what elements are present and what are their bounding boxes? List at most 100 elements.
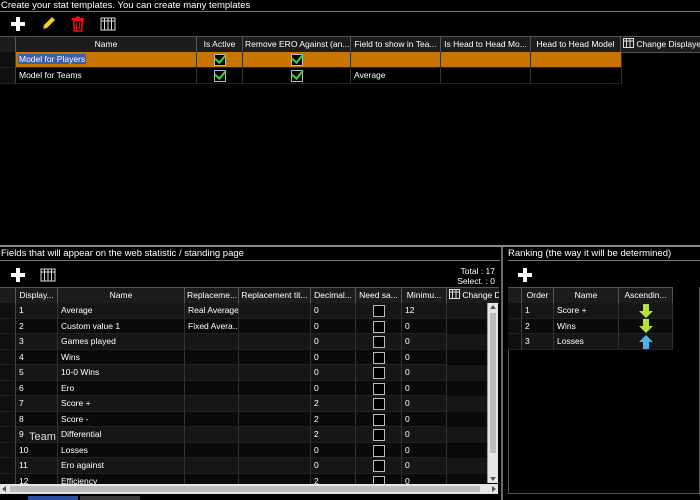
replacement-title-cell[interactable] xyxy=(239,303,311,319)
row-selector[interactable] xyxy=(508,334,522,350)
is-active-checkbox[interactable] xyxy=(213,54,226,67)
table-row[interactable]: 6 Ero 0 0 xyxy=(0,380,487,396)
minimum-cell[interactable]: 0 xyxy=(402,442,447,458)
scroll-up-arrow-icon[interactable] xyxy=(490,305,496,309)
minimum-cell[interactable]: 0 xyxy=(402,380,447,396)
field-columns-button[interactable] xyxy=(39,266,57,284)
need-sa-cell[interactable] xyxy=(356,396,402,412)
ascending-cell[interactable] xyxy=(619,303,673,319)
ranking-name-cell[interactable]: Score + xyxy=(554,303,619,319)
decimal-cell[interactable]: 2 xyxy=(311,396,356,412)
delete-template-button[interactable] xyxy=(69,15,87,33)
replacement-title-cell[interactable] xyxy=(239,442,311,458)
is-active-cell[interactable] xyxy=(197,52,243,68)
scroll-left-arrow-icon[interactable] xyxy=(2,486,6,492)
replacement-cell[interactable] xyxy=(185,427,239,443)
row-selector[interactable] xyxy=(0,458,16,474)
is-head-to-head-cell[interactable] xyxy=(441,68,531,84)
add-template-button[interactable] xyxy=(9,15,27,33)
table-row[interactable]: 8 Score - 2 0 xyxy=(0,411,487,427)
is-active-checkbox[interactable] xyxy=(213,70,226,83)
column-header-head-to-head-model[interactable]: Head to Head Model xyxy=(531,37,621,52)
ranking-name-cell[interactable]: Losses xyxy=(554,334,619,350)
replacement-title-cell[interactable] xyxy=(239,334,311,350)
remove-ero-checkbox[interactable] xyxy=(290,54,303,67)
template-columns-button[interactable] xyxy=(99,15,117,33)
display-order-cell[interactable]: 6 xyxy=(16,380,58,396)
need-sa-checkbox[interactable] xyxy=(372,382,385,395)
need-sa-cell[interactable] xyxy=(356,318,402,334)
fields-horizontal-scrollbar[interactable] xyxy=(0,484,498,494)
arrow-down-icon[interactable] xyxy=(638,319,653,334)
decimal-cell[interactable]: 0 xyxy=(311,458,356,474)
need-sa-cell[interactable] xyxy=(356,334,402,350)
table-row[interactable]: 2 Wins xyxy=(508,318,673,334)
replacement-cell[interactable]: Real Average xyxy=(185,303,239,319)
minimum-cell[interactable]: 12 xyxy=(402,303,447,319)
row-selector[interactable] xyxy=(0,442,16,458)
template-name-cell[interactable]: Model for Teams xyxy=(16,68,197,84)
ranking-order-cell[interactable]: 1 xyxy=(522,303,554,319)
remove-ero-cell[interactable] xyxy=(243,52,351,68)
replacement-title-cell[interactable] xyxy=(239,427,311,443)
replacement-cell[interactable] xyxy=(185,349,239,365)
ascending-cell[interactable] xyxy=(619,318,673,334)
replacement-cell[interactable] xyxy=(185,411,239,427)
need-sa-checkbox[interactable] xyxy=(372,460,385,473)
column-header-name[interactable]: Name xyxy=(16,37,197,52)
template-row[interactable]: Model for Teams Average xyxy=(0,68,622,84)
field-name-cell[interactable]: Wins xyxy=(58,349,185,365)
row-selector[interactable] xyxy=(0,303,16,319)
need-sa-checkbox[interactable] xyxy=(372,444,385,457)
ranking-order-cell[interactable]: 3 xyxy=(522,334,554,350)
field-to-show-cell[interactable] xyxy=(351,52,441,68)
scroll-right-arrow-icon[interactable] xyxy=(492,486,496,492)
minimum-cell[interactable]: 0 xyxy=(402,396,447,412)
column-header-decimal[interactable]: Decimal... xyxy=(311,288,356,303)
table-row[interactable]: 4 Wins 0 0 xyxy=(0,349,487,365)
head-to-head-model-cell[interactable] xyxy=(531,52,622,68)
minimum-cell[interactable]: 0 xyxy=(402,349,447,365)
need-sa-cell[interactable] xyxy=(356,349,402,365)
decimal-cell[interactable]: 0 xyxy=(311,303,356,319)
field-name-cell[interactable]: Differential xyxy=(58,427,185,443)
add-field-button[interactable] xyxy=(9,266,27,284)
add-ranking-button[interactable] xyxy=(516,266,534,284)
field-name-cell[interactable]: Score + xyxy=(58,396,185,412)
replacement-cell[interactable] xyxy=(185,380,239,396)
replacement-title-cell[interactable] xyxy=(239,396,311,412)
replacement-title-cell[interactable] xyxy=(239,411,311,427)
need-sa-checkbox[interactable] xyxy=(372,320,385,333)
column-header-display[interactable]: Display... xyxy=(16,288,58,303)
scroll-thumb[interactable] xyxy=(490,313,496,453)
row-selector[interactable] xyxy=(0,365,16,381)
decimal-cell[interactable]: 0 xyxy=(311,334,356,350)
field-name-cell[interactable]: Score - xyxy=(58,411,185,427)
remove-ero-cell[interactable] xyxy=(243,68,351,84)
replacement-cell[interactable]: Fixed Avera... xyxy=(185,318,239,334)
display-order-cell[interactable]: 8 xyxy=(16,411,58,427)
scroll-down-arrow-icon[interactable] xyxy=(490,477,496,481)
column-header-replacement[interactable]: Replaceme... xyxy=(185,288,239,303)
horizontal-splitter[interactable] xyxy=(0,245,700,247)
column-header-is-active[interactable]: Is Active xyxy=(197,37,243,52)
arrow-down-icon[interactable] xyxy=(638,303,653,318)
need-sa-checkbox[interactable] xyxy=(372,336,385,349)
column-header-is-head-to-head[interactable]: Is Head to Head Mo... xyxy=(441,37,531,52)
decimal-cell[interactable]: 2 xyxy=(311,411,356,427)
need-sa-checkbox[interactable] xyxy=(372,305,385,318)
row-selector[interactable] xyxy=(508,303,522,319)
ranking-name-cell[interactable]: Wins xyxy=(554,318,619,334)
row-selector[interactable] xyxy=(0,334,16,350)
field-name-cell[interactable]: Average xyxy=(58,303,185,319)
column-header-ranking-name[interactable]: Name xyxy=(554,288,619,303)
taskbar-item[interactable] xyxy=(80,496,140,500)
display-order-cell[interactable]: 5 xyxy=(16,365,58,381)
minimum-cell[interactable]: 0 xyxy=(402,365,447,381)
field-name-cell[interactable]: Custom value 1 xyxy=(58,318,185,334)
fields-vertical-scrollbar[interactable] xyxy=(487,303,498,483)
is-head-to-head-cell[interactable] xyxy=(441,52,531,68)
decimal-cell[interactable]: 0 xyxy=(311,442,356,458)
row-selector[interactable] xyxy=(508,318,522,334)
head-to-head-model-cell[interactable] xyxy=(531,68,622,84)
